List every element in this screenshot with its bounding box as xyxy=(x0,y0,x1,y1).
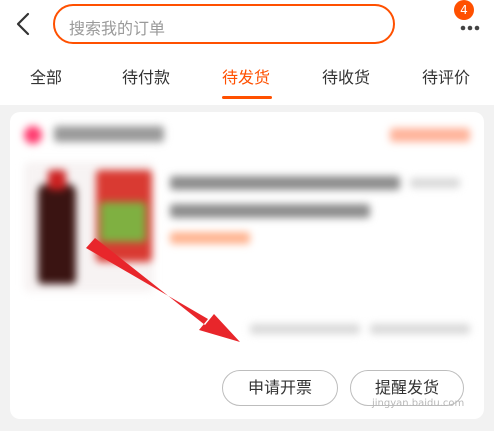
watermark: jingyan.baidu.com xyxy=(372,398,465,409)
red-arrow-annotation xyxy=(86,238,240,342)
